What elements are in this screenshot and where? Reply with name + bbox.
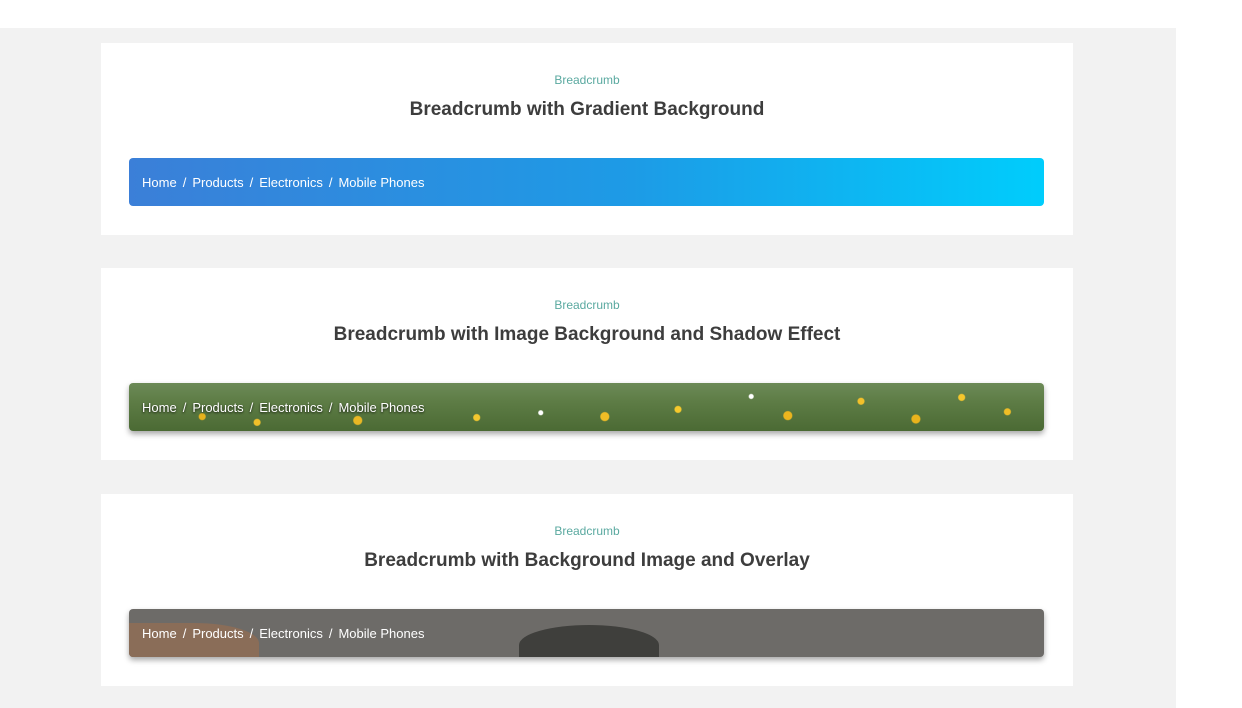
- card-eyebrow: Breadcrumb: [554, 298, 620, 312]
- breadcrumb-current-page: Mobile Phones: [338, 174, 425, 190]
- breadcrumb-separator: /: [182, 399, 187, 415]
- breadcrumb-separator: /: [328, 174, 333, 190]
- breadcrumb-list: Home / Products / Electronics / Mobile P…: [142, 158, 424, 206]
- card-image-breadcrumb: Breadcrumb Breadcrumb with Image Backgro…: [101, 268, 1073, 460]
- breadcrumb-list: Home / Products / Electronics / Mobile P…: [142, 609, 424, 657]
- breadcrumb-list: Home / Products / Electronics / Mobile P…: [142, 383, 424, 431]
- card-gradient-breadcrumb: Breadcrumb Breadcrumb with Gradient Back…: [101, 43, 1073, 235]
- breadcrumb-separator: /: [182, 174, 187, 190]
- breadcrumb-separator: /: [328, 625, 333, 641]
- breadcrumb-home-link[interactable]: Home: [142, 175, 177, 190]
- breadcrumb-electronics-link[interactable]: Electronics: [259, 400, 323, 415]
- breadcrumb-products-link[interactable]: Products: [192, 626, 243, 641]
- breadcrumb-home-link[interactable]: Home: [142, 400, 177, 415]
- breadcrumb-electronics-link[interactable]: Electronics: [259, 626, 323, 641]
- breadcrumb: Home / Products / Electronics / Mobile P…: [129, 383, 1044, 431]
- card-overlay-breadcrumb: Breadcrumb Breadcrumb with Background Im…: [101, 494, 1073, 686]
- background-tree-image: [519, 625, 659, 657]
- breadcrumb-separator: /: [249, 174, 254, 190]
- breadcrumb-current-page: Mobile Phones: [338, 399, 425, 415]
- breadcrumb-products-link[interactable]: Products: [192, 400, 243, 415]
- breadcrumb-products-link[interactable]: Products: [192, 175, 243, 190]
- card-eyebrow: Breadcrumb: [554, 524, 620, 538]
- card-title: Breadcrumb with Image Background and Sha…: [333, 324, 841, 345]
- card-eyebrow: Breadcrumb: [554, 73, 620, 87]
- breadcrumb-separator: /: [328, 399, 333, 415]
- breadcrumb-electronics-link[interactable]: Electronics: [259, 175, 323, 190]
- breadcrumb-separator: /: [249, 399, 254, 415]
- breadcrumb-separator: /: [182, 625, 187, 641]
- breadcrumb-separator: /: [249, 625, 254, 641]
- card-title: Breadcrumb with Background Image and Ove…: [364, 550, 810, 571]
- breadcrumb: Home / Products / Electronics / Mobile P…: [129, 158, 1044, 206]
- card-title: Breadcrumb with Gradient Background: [409, 99, 765, 120]
- breadcrumb: Home / Products / Electronics / Mobile P…: [129, 609, 1044, 657]
- breadcrumb-home-link[interactable]: Home: [142, 626, 177, 641]
- breadcrumb-current-page: Mobile Phones: [338, 625, 425, 641]
